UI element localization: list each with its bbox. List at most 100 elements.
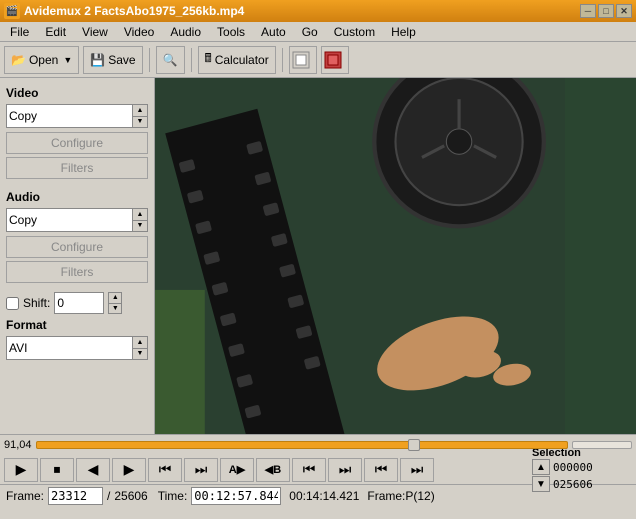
a-marker-button[interactable]: ▲ <box>532 459 550 475</box>
menu-bar: File Edit View Video Audio Tools Auto Go… <box>0 22 636 42</box>
menu-audio[interactable]: Audio <box>162 23 209 41</box>
rewind-button[interactable]: ⏮ <box>148 458 182 482</box>
prev-frame-button[interactable]: ◀ <box>76 458 110 482</box>
shift-spin-arrows[interactable]: ▲ ▼ <box>108 292 122 314</box>
setA-button[interactable] <box>289 46 317 74</box>
set-B-button[interactable]: ◀B <box>256 458 290 482</box>
next-frame-button[interactable]: ▶ <box>112 458 146 482</box>
open-dropdown-arrow[interactable]: ▼ <box>63 55 72 65</box>
audio-codec-down[interactable]: ▼ <box>133 221 147 232</box>
video-codec-arrows[interactable]: ▲ ▼ <box>132 104 148 128</box>
save-label: Save <box>108 53 135 67</box>
timeline-thumb[interactable] <box>408 439 420 451</box>
save-button[interactable]: 💾 Save <box>83 46 142 74</box>
main-area: Video Copy None MPEG-4 ASP (Xvid) MPEG-4… <box>0 78 636 434</box>
audio-codec-select[interactable]: Copy None MP3 (lame) AAC (faac) <box>6 208 133 232</box>
selection-panel: Selection ▲ 000000 ▼ 025606 <box>532 447 632 492</box>
shift-up[interactable]: ▲ <box>109 293 121 304</box>
video-section-label: Video <box>6 86 148 100</box>
video-codec-row: Copy None MPEG-4 ASP (Xvid) MPEG-4 AVC (… <box>6 104 148 128</box>
calculator-label: Calculator <box>215 53 269 67</box>
folder-icon: 📂 <box>11 53 26 67</box>
menu-edit[interactable]: Edit <box>37 23 74 41</box>
timeline-position: 91,04 <box>4 439 32 451</box>
shift-label: Shift: <box>23 296 50 310</box>
video-codec-down[interactable]: ▼ <box>133 117 147 128</box>
calculator-icon: 🖩 <box>205 49 212 70</box>
prev-frame-icon: ◀ <box>88 461 99 478</box>
shift-row: Shift: ▲ ▼ <box>6 292 148 314</box>
menu-auto[interactable]: Auto <box>253 23 294 41</box>
video-configure-button[interactable]: Configure <box>6 132 148 154</box>
b-value: 025606 <box>553 478 593 491</box>
title-bar-controls[interactable]: ─ □ ✕ <box>580 4 632 18</box>
format-section-label: Format <box>6 318 148 332</box>
menu-tools[interactable]: Tools <box>209 23 253 41</box>
close-button[interactable]: ✕ <box>616 4 632 18</box>
audio-section-label: Audio <box>6 190 148 204</box>
format-up[interactable]: ▲ <box>133 337 147 349</box>
a-value: 000000 <box>553 461 593 474</box>
menu-custom[interactable]: Custom <box>326 23 383 41</box>
fast-forward-button[interactable]: ⏭ <box>184 458 218 482</box>
first-frame-button[interactable]: ⏮ <box>292 458 326 482</box>
menu-video[interactable]: Video <box>116 23 162 41</box>
time-input[interactable] <box>191 487 281 505</box>
play-button[interactable]: ▶ <box>4 458 38 482</box>
menu-view[interactable]: View <box>74 23 116 41</box>
format-arrows[interactable]: ▲ ▼ <box>132 336 148 360</box>
title-bar: 🎬 Avidemux 2 FactsAbo1975_256kb.mp4 ─ □ … <box>0 0 636 22</box>
menu-file[interactable]: File <box>2 23 37 41</box>
zoom-button[interactable]: 🔍 <box>156 46 185 74</box>
b-marker-icon: ▼ <box>536 479 546 490</box>
minimize-button[interactable]: ─ <box>580 4 596 18</box>
video-codec-select[interactable]: Copy None MPEG-4 ASP (Xvid) MPEG-4 AVC (… <box>6 104 133 128</box>
frame-total-prefix: / <box>107 489 110 503</box>
format-down[interactable]: ▼ <box>133 349 147 360</box>
audio-filters-button[interactable]: Filters <box>6 261 148 283</box>
left-panel: Video Copy None MPEG-4 ASP (Xvid) MPEG-4… <box>0 78 155 434</box>
video-filters-button[interactable]: Filters <box>6 157 148 179</box>
shift-checkbox[interactable] <box>6 297 19 310</box>
time-label: Time: <box>158 489 188 503</box>
video-preview <box>155 78 636 434</box>
video-codec-up[interactable]: ▲ <box>133 105 147 117</box>
window-title: Avidemux 2 FactsAbo1975_256kb.mp4 <box>24 4 244 18</box>
next-frame-icon: ▶ <box>124 461 135 478</box>
calculator-button[interactable]: 🖩 Calculator <box>198 46 276 74</box>
video-frame <box>155 78 636 434</box>
last-frame-button[interactable]: ⏭ <box>328 458 362 482</box>
frame-type-label: Frame:P(12) <box>367 489 434 503</box>
title-bar-left: 🎬 Avidemux 2 FactsAbo1975_256kb.mp4 <box>4 3 244 19</box>
next-keyframe-button[interactable]: ⏭ <box>400 458 434 482</box>
menu-help[interactable]: Help <box>383 23 424 41</box>
audio-codec-arrows[interactable]: ▲ ▼ <box>132 208 148 232</box>
B-marker-icon: ◀B <box>265 463 281 476</box>
prev-keyframe-button[interactable]: ⏮ <box>364 458 398 482</box>
app-icon: 🎬 <box>4 3 20 19</box>
b-marker-button[interactable]: ▼ <box>532 476 550 492</box>
selection-rows: ▲ 000000 ▼ 025606 <box>532 459 593 492</box>
open-button[interactable]: 📂 Open ▼ <box>4 46 79 74</box>
frame-input[interactable] <box>48 487 103 505</box>
shift-down[interactable]: ▼ <box>109 304 121 314</box>
toolbar-separator-3 <box>282 48 283 72</box>
shift-input[interactable] <box>54 292 104 314</box>
stop-button[interactable]: ⏹ <box>40 458 74 482</box>
prev-keyframe-icon: ⏮ <box>375 461 388 478</box>
timeline-track[interactable] <box>36 441 568 449</box>
toolbar-separator-2 <box>191 48 192 72</box>
audio-configure-button[interactable]: Configure <box>6 236 148 258</box>
audio-codec-row: Copy None MP3 (lame) AAC (faac) ▲ ▼ <box>6 208 148 232</box>
toolbar: 📂 Open ▼ 💾 Save 🔍 🖩 Calculator <box>0 42 636 78</box>
last-frame-icon: ⏭ <box>339 461 352 478</box>
set-A-button[interactable]: A▶ <box>220 458 254 482</box>
next-keyframe-icon: ⏭ <box>411 461 424 478</box>
setB-button[interactable] <box>321 46 349 74</box>
bottom-area: 91,04 ▶ ⏹ ◀ ▶ ⏮ ⏭ A▶ ◀B <box>0 434 636 519</box>
format-select[interactable]: AVI MKV MP4 OGM <box>6 336 133 360</box>
maximize-button[interactable]: □ <box>598 4 614 18</box>
selection-a-row: ▲ 000000 <box>532 459 593 475</box>
menu-go[interactable]: Go <box>294 23 326 41</box>
audio-codec-up[interactable]: ▲ <box>133 209 147 221</box>
